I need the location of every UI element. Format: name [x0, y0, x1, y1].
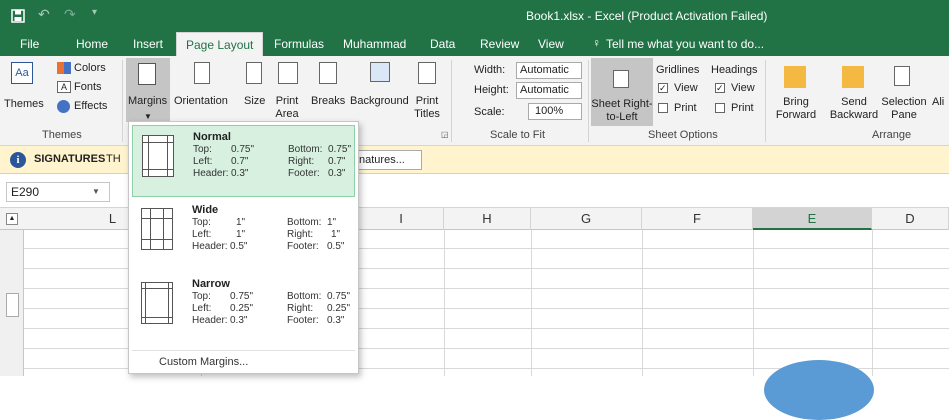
print-titles-button[interactable]: Print Titles [412, 62, 442, 122]
tab-insert[interactable]: Insert [133, 32, 163, 56]
tab-home[interactable]: Home [76, 32, 108, 56]
headings-print-checkbox[interactable] [715, 103, 725, 113]
column-header-f[interactable]: F [642, 208, 753, 230]
message-title: SIGNATURES [34, 153, 106, 165]
gridlines-view-checkbox[interactable]: ✓ [658, 83, 668, 93]
tab-page-layout[interactable]: Page Layout [176, 32, 264, 56]
column-header-d[interactable]: D [872, 208, 949, 230]
send-backward-icon [842, 66, 864, 88]
scrollbar-thumb[interactable] [6, 293, 19, 317]
scale-group-label: Scale to Fit [490, 129, 546, 141]
view-signatures-button[interactable]: natures... [356, 150, 422, 170]
size-button[interactable]: Size [240, 62, 268, 122]
oval-shape[interactable] [764, 360, 874, 420]
gridline [642, 230, 643, 376]
print-titles-icon [418, 62, 436, 84]
margin-option-wide[interactable]: Wide Top: 1" Bottom: 1" Left: 1" Right: … [132, 199, 355, 271]
sheet-options-group-label: Sheet Options [648, 129, 718, 141]
menu-divider [132, 350, 355, 351]
margins-icon [138, 63, 156, 85]
tab-data[interactable]: Data [430, 32, 455, 56]
align-button[interactable]: Ali [932, 96, 944, 109]
tell-me-box[interactable]: Tell me what you want to do... [606, 32, 764, 56]
column-header-i[interactable]: I [359, 208, 444, 230]
themes-button[interactable]: Aa Themes [4, 62, 44, 122]
height-label: Height: [474, 84, 509, 96]
send-backward-button[interactable]: Send Backward [826, 62, 882, 124]
print-area-icon [278, 62, 298, 84]
divider [451, 60, 452, 142]
colors-icon [57, 62, 71, 74]
gridline [531, 230, 532, 376]
column-header-e[interactable]: E [753, 208, 872, 230]
background-button[interactable]: Background [350, 62, 410, 122]
customize-qat-icon[interactable]: ▾ [92, 7, 97, 18]
gridline [444, 230, 445, 376]
normal-margins-icon [142, 135, 174, 177]
chevron-down-icon[interactable]: ▼ [92, 187, 100, 196]
tab-view[interactable]: View [538, 32, 564, 56]
breaks-icon [319, 62, 337, 84]
selection-pane-icon [894, 66, 910, 86]
info-icon: i [10, 152, 26, 168]
column-header-g[interactable]: G [531, 208, 642, 230]
scale-input[interactable]: 100% [528, 103, 582, 120]
title-bar: ↶ ↷ ▾ Book1.xlsx - Excel (Product Activa… [0, 0, 949, 32]
width-label: Width: [474, 64, 506, 76]
background-icon [370, 62, 390, 82]
window-title: Book1.xlsx - Excel (Product Activation F… [526, 9, 768, 23]
size-icon [246, 62, 262, 84]
message-text: TH [106, 153, 121, 165]
headings-label: Headings [711, 64, 758, 76]
redo-icon[interactable]: ↷ [64, 6, 76, 23]
headings-view-checkbox[interactable]: ✓ [715, 83, 725, 93]
column-header-h[interactable]: H [444, 208, 531, 230]
effects-icon [57, 100, 70, 113]
tab-muhammad[interactable]: Muhammad [343, 32, 406, 56]
themes-group-label: Themes [42, 129, 82, 141]
select-all-corner[interactable]: ▲ [6, 213, 18, 225]
gridlines-print-checkbox[interactable] [658, 103, 668, 113]
save-icon[interactable] [11, 9, 25, 23]
narrow-margins-icon [141, 282, 173, 324]
themes-icon: Aa [11, 62, 33, 84]
selection-pane-button[interactable]: Selection Pane [880, 62, 928, 124]
lightbulb-icon: ♀ [592, 36, 601, 50]
gridline [872, 230, 873, 376]
divider [588, 60, 589, 142]
gridlines-label: Gridlines [656, 64, 700, 76]
height-select[interactable]: Automatic [516, 82, 582, 99]
divider [122, 60, 123, 142]
print-area-button[interactable]: Print Area [272, 62, 306, 122]
gridline [753, 230, 754, 376]
tab-review[interactable]: Review [480, 32, 519, 56]
orientation-button[interactable]: Orientation [174, 62, 230, 122]
tab-file[interactable]: File [20, 32, 39, 56]
wide-margins-icon [141, 208, 173, 250]
undo-icon[interactable]: ↶ [38, 6, 50, 23]
margin-option-normal[interactable]: Normal Top: 0.75" Bottom: 0.75" Left: 0.… [132, 125, 355, 197]
dialog-launcher-icon[interactable]: ◲ [441, 130, 449, 139]
bring-forward-button[interactable]: Bring Forward [768, 62, 824, 124]
sheet-rtl-icon [613, 70, 629, 88]
tab-formulas[interactable]: Formulas [274, 32, 324, 56]
width-select[interactable]: Automatic [516, 62, 582, 79]
breaks-button[interactable]: Breaks [311, 62, 347, 122]
orientation-icon [194, 62, 210, 84]
margins-dropdown: Normal Top: 0.75" Bottom: 0.75" Left: 0.… [128, 121, 359, 374]
margin-option-narrow[interactable]: Narrow Top: 0.75" Bottom: 0.75" Left: 0.… [132, 273, 355, 345]
fonts-icon: A [57, 81, 71, 93]
bring-forward-icon [784, 66, 806, 88]
margins-button[interactable]: Margins ▼ [126, 58, 170, 122]
arrange-group-label: Arrange [872, 129, 912, 141]
divider [765, 60, 766, 142]
scale-label: Scale: [474, 106, 505, 118]
custom-margins-item[interactable]: Custom Margins... [159, 356, 248, 368]
ribbon-tabs: File Home Insert Page Layout Formulas Mu… [0, 32, 949, 56]
vertical-scrollbar[interactable] [0, 230, 24, 376]
sheet-rtl-button[interactable]: Sheet Right-to-Left [591, 58, 653, 126]
